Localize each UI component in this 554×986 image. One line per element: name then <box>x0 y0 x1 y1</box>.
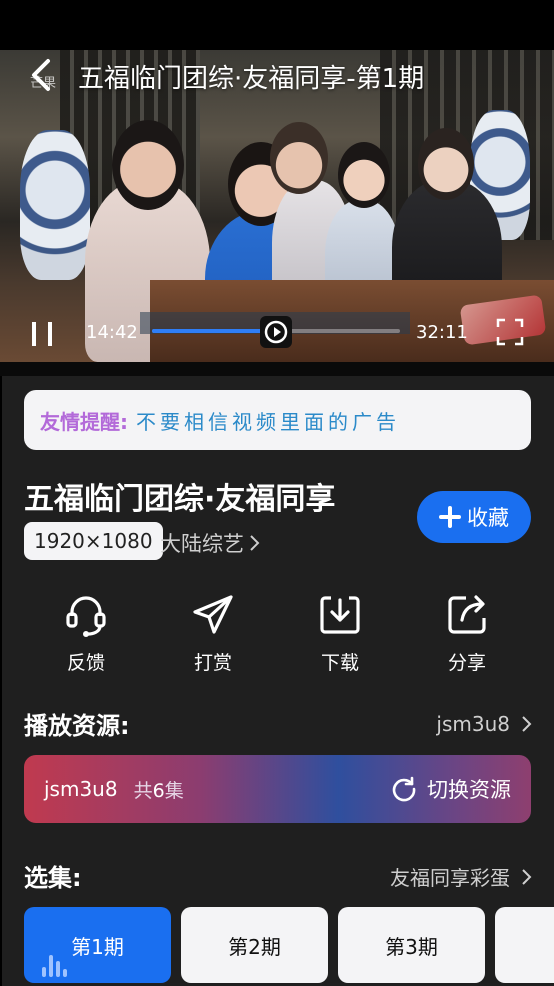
favorite-button[interactable]: 收藏 <box>417 491 531 543</box>
switch-source-label: 切换资源 <box>427 778 511 802</box>
episode-item-1[interactable]: 第1期 <box>24 907 171 983</box>
current-source-label: jsm3u8 <box>436 712 510 736</box>
plus-icon <box>439 506 461 528</box>
video-title: 五福临门团综·友福同享-第1期 <box>78 64 425 94</box>
episode-label: 第2期 <box>228 934 281 959</box>
person-3-head <box>270 122 328 194</box>
pause-icon[interactable] <box>30 322 56 346</box>
episode-item-3[interactable]: 第3期 <box>338 907 485 983</box>
reward-button[interactable]: 打赏 <box>173 592 253 675</box>
download-icon <box>320 596 360 634</box>
content-panel <box>2 376 554 986</box>
playing-bars-icon <box>40 953 72 977</box>
share-icon <box>448 595 486 634</box>
headset-icon <box>66 596 106 637</box>
person-4-head <box>338 142 390 208</box>
chevron-right-icon <box>250 535 260 551</box>
player-bottom-strip <box>0 362 554 376</box>
category-link[interactable]: 大陆综艺 <box>160 528 260 558</box>
episode-list: 第1期 第2期 第3期 <box>24 907 554 986</box>
category-label: 大陆综艺 <box>160 532 244 556</box>
paper-plane-icon <box>193 595 233 634</box>
sources-section-title: 播放资源: <box>24 712 130 740</box>
source-name: jsm3u8 <box>44 777 118 801</box>
fullscreen-icon[interactable] <box>496 318 524 346</box>
count-number: 6 <box>152 779 165 802</box>
chevron-right-icon <box>522 868 532 885</box>
feedback-label: 反馈 <box>66 652 105 674</box>
episode-item-4[interactable] <box>495 907 554 983</box>
play-circle-icon <box>264 320 288 344</box>
notice-label: 友情提醒: <box>40 409 128 434</box>
count-suffix: 集 <box>164 779 184 802</box>
person-5-head <box>418 128 474 200</box>
back-arrow-icon[interactable] <box>28 58 54 92</box>
episodes-section-title: 选集: <box>24 864 82 892</box>
share-label: 分享 <box>447 652 486 674</box>
current-time: 14:42 <box>86 322 138 343</box>
person-1-head <box>112 120 184 210</box>
chevron-right-icon <box>522 716 532 732</box>
action-row: 反馈 打赏 下载 分享 <box>0 592 554 676</box>
vase-left <box>20 130 90 280</box>
switch-source-button[interactable]: 切换资源 <box>391 774 511 804</box>
resolution-badge: 1920×1080 <box>24 522 163 560</box>
notice-banner: 友情提醒: 不要相信视频里面的广告 <box>24 390 531 450</box>
show-title: 五福临门团综·友福同享 <box>24 482 336 517</box>
episode-count: 共6集 <box>134 776 184 803</box>
bonus-link[interactable]: 友福同享彩蛋 <box>390 862 532 891</box>
download-button[interactable]: 下载 <box>300 592 380 675</box>
total-time: 32:11 <box>416 322 468 343</box>
progress-fill <box>152 329 267 333</box>
progress-thumb[interactable] <box>260 316 292 348</box>
reward-label: 打赏 <box>193 652 232 674</box>
count-prefix: 共 <box>133 779 153 802</box>
feedback-button[interactable]: 反馈 <box>46 592 126 675</box>
download-label: 下载 <box>320 652 359 674</box>
status-bar <box>0 0 554 50</box>
favorite-label: 收藏 <box>467 506 509 530</box>
source-selector[interactable]: jsm3u8 <box>436 712 532 736</box>
bonus-label: 友福同享彩蛋 <box>390 866 510 890</box>
source-card[interactable]: jsm3u8 共6集 切换资源 <box>24 755 531 823</box>
episode-label: 第1期 <box>71 934 124 959</box>
episode-item-2[interactable]: 第2期 <box>181 907 328 983</box>
share-button[interactable]: 分享 <box>427 592 507 675</box>
refresh-icon <box>392 776 416 802</box>
episode-label: 第3期 <box>385 934 438 959</box>
notice-text: 不要相信视频里面的广告 <box>136 409 400 434</box>
